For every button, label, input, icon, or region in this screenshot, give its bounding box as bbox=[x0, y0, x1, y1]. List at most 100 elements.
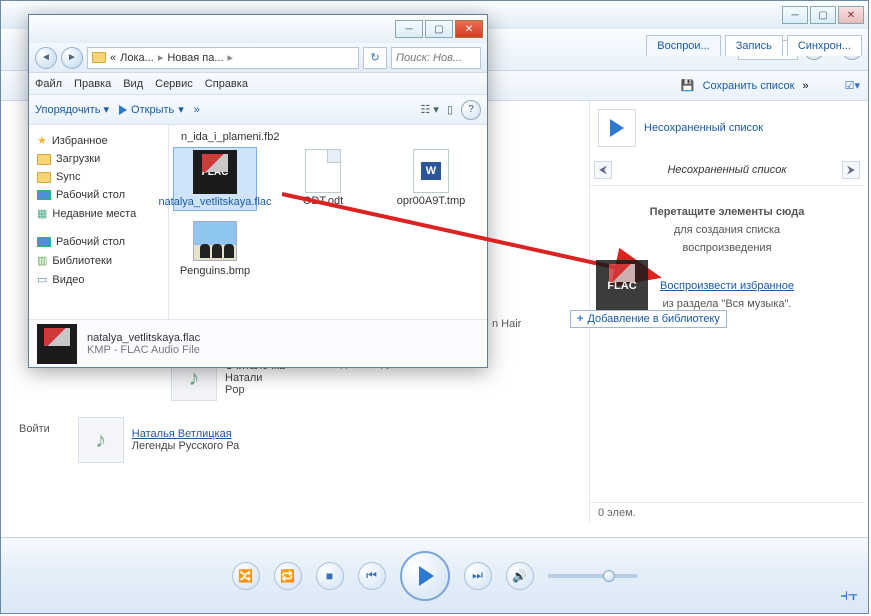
clear-icon[interactable]: ☑▾ bbox=[845, 79, 860, 92]
explorer-filepane[interactable]: n_ida_i_plameni.fb2 FLAC natalya_vetlits… bbox=[169, 125, 487, 319]
explorer-body: ★Избранное Загрузки Sync Рабочий стол ▦Н… bbox=[29, 125, 487, 319]
organize-button[interactable]: Упорядочить ▾ bbox=[35, 103, 109, 116]
nav-desktop[interactable]: Рабочий стол bbox=[33, 186, 164, 204]
flac-icon: FLAC bbox=[193, 150, 237, 194]
explorer-menubar: Файл Правка Вид Сервис Справка bbox=[29, 73, 487, 95]
drop-sub1: для создания списка bbox=[674, 224, 780, 236]
file-name: opr00A9T.tmp bbox=[397, 195, 465, 207]
file-item-selected[interactable]: FLAC natalya_vetlitskaya.flac bbox=[173, 147, 257, 211]
exp-maximize-button[interactable]: ▢ bbox=[425, 20, 453, 38]
wmp-tabs: Воспрои... Запись Синхрон... bbox=[646, 35, 862, 56]
file-name: ODT.odt bbox=[303, 195, 343, 207]
tab-sync[interactable]: Синхрон... bbox=[787, 35, 862, 56]
pl-next-button[interactable]: ⮞ bbox=[842, 161, 860, 179]
disk-icon: 💾 bbox=[681, 79, 695, 92]
refresh-button[interactable]: ↻ bbox=[363, 47, 387, 69]
prev-button[interactable]: ⏮ bbox=[358, 562, 386, 590]
exp-close-button[interactable]: ✕ bbox=[455, 20, 483, 38]
track-row[interactable]: ♪ Наталья Ветлицкая Легенды Русского Ра bbox=[78, 415, 239, 465]
menu-tools[interactable]: Сервис bbox=[155, 78, 193, 90]
monitor-icon bbox=[37, 190, 51, 200]
nav-recent[interactable]: ▦Недавние места bbox=[33, 204, 164, 223]
album-art-icon: ♪ bbox=[78, 417, 124, 463]
status-filename: natalya_vetlitskaya.flac bbox=[87, 332, 200, 344]
wmp-maximize-button[interactable]: ▢ bbox=[810, 6, 836, 24]
bmp-icon bbox=[193, 221, 237, 261]
unsaved-list-link[interactable]: Несохраненный список bbox=[644, 122, 763, 134]
playlist-drop-area[interactable]: Перетащите элементы сюда для создания сп… bbox=[590, 186, 864, 502]
nav-sync[interactable]: Sync bbox=[33, 168, 164, 186]
menu-help[interactable]: Справка bbox=[205, 78, 248, 90]
login-link[interactable]: Войти bbox=[11, 415, 58, 465]
exp-minimize-button[interactable]: ─ bbox=[395, 20, 423, 38]
next-button[interactable]: ⏭ bbox=[464, 562, 492, 590]
view-button[interactable]: ☷ ▾ bbox=[420, 103, 438, 116]
drag-ghost: FLAC bbox=[596, 260, 648, 312]
explorer-toolbar: Упорядочить ▾ Открыть ▾ » ☷ ▾ ▯ ? bbox=[29, 95, 487, 125]
shuffle-button[interactable]: 🔀 bbox=[232, 562, 260, 590]
folder-icon bbox=[37, 154, 51, 165]
play-button[interactable] bbox=[400, 551, 450, 601]
explorer-window: ─ ▢ ✕ ◄ ► « Лока... ▸ Новая па... ▸ ↻ Фа… bbox=[28, 14, 488, 368]
file-item[interactable]: Penguins.bmp bbox=[173, 217, 257, 279]
explorer-navpane: ★Избранное Загрузки Sync Рабочий стол ▦Н… bbox=[29, 125, 169, 319]
monitor-icon bbox=[37, 237, 51, 247]
file-item[interactable]: ODT.odt bbox=[281, 147, 365, 211]
explorer-search-input[interactable] bbox=[391, 47, 481, 69]
file-name: Penguins.bmp bbox=[180, 265, 250, 277]
stop-button[interactable]: ■ bbox=[316, 562, 344, 590]
open-button[interactable]: Открыть ▾ bbox=[119, 103, 184, 116]
track-artist: Натали bbox=[225, 372, 285, 384]
status-filetype: KMP - FLAC Audio File bbox=[87, 344, 200, 356]
wmp-close-button[interactable]: ✕ bbox=[838, 6, 864, 24]
artist-link[interactable]: Наталья Ветлицкая bbox=[132, 428, 239, 440]
word-icon: W bbox=[413, 149, 449, 193]
volume-slider[interactable] bbox=[548, 574, 638, 578]
play-favorites-link[interactable]: Воспроизвести избранное bbox=[660, 280, 794, 292]
preview-pane-button[interactable]: ▯ bbox=[447, 103, 453, 116]
drag-tooltip: + Добавление в библиотеку bbox=[570, 310, 727, 328]
pl-head: Несохраненный список bbox=[590, 101, 864, 155]
nav-libraries[interactable]: ▥Библиотеки bbox=[33, 251, 164, 270]
track-title: Легенды Русского Ра bbox=[132, 440, 239, 452]
wmp-minimize-button[interactable]: ─ bbox=[782, 6, 808, 24]
mute-button[interactable]: 🔊 bbox=[506, 562, 534, 590]
folder-icon bbox=[37, 172, 51, 183]
file-item[interactable]: n_ida_i_plameni.fb2 bbox=[173, 129, 483, 141]
breadcrumb[interactable]: « Лока... ▸ Новая па... ▸ bbox=[87, 47, 359, 69]
help-icon[interactable]: ? bbox=[461, 100, 481, 120]
repeat-button[interactable]: 🔁 bbox=[274, 562, 302, 590]
flac-icon: FLAC bbox=[37, 324, 77, 364]
tab-play[interactable]: Воспрои... bbox=[646, 35, 720, 56]
folder-icon bbox=[92, 52, 106, 63]
file-name: natalya_vetlitskaya.flac bbox=[158, 196, 271, 208]
forward-button[interactable]: ► bbox=[61, 47, 83, 69]
menu-edit[interactable]: Правка bbox=[74, 78, 111, 90]
switch-view-button[interactable]: ⫞⫟ bbox=[840, 587, 858, 605]
menu-view[interactable]: Вид bbox=[123, 78, 143, 90]
explorer-titlebar[interactable]: ─ ▢ ✕ bbox=[29, 15, 487, 43]
nav-video[interactable]: ▭Видео bbox=[33, 270, 164, 289]
nav-desktop2[interactable]: Рабочий стол bbox=[33, 233, 164, 251]
file-item[interactable]: W opr00A9T.tmp bbox=[389, 147, 473, 211]
drop-caption: Перетащите элементы сюда bbox=[650, 206, 805, 218]
menu-file[interactable]: Файл bbox=[35, 78, 62, 90]
back-button[interactable]: ◄ bbox=[35, 47, 57, 69]
nav-favorites[interactable]: ★Избранное bbox=[33, 131, 164, 150]
flac-icon: FLAC bbox=[596, 260, 648, 312]
pl-footer: 0 элем. bbox=[590, 502, 864, 523]
fav-subtext: из раздела "Вся музыка". bbox=[663, 298, 792, 310]
explorer-addressbar: ◄ ► « Лока... ▸ Новая па... ▸ ↻ bbox=[29, 43, 487, 73]
toolbar-chevron[interactable]: » bbox=[194, 104, 200, 116]
nav-downloads[interactable]: Загрузки bbox=[33, 150, 164, 168]
tab-burn[interactable]: Запись bbox=[725, 35, 783, 56]
crumb-seg[interactable]: Лока... bbox=[120, 52, 154, 64]
library-content: ♪ Считалочка Натали Pop Новогодние Игруш… bbox=[11, 353, 578, 523]
chevron-icon[interactable]: » bbox=[802, 80, 808, 92]
save-list-link[interactable]: Сохранить список bbox=[703, 80, 795, 92]
drop-sub2: воспроизведения bbox=[682, 242, 771, 254]
track-genre: Pop bbox=[225, 384, 285, 396]
crumb-seg[interactable]: Новая па... bbox=[167, 52, 223, 64]
pl-prev-button[interactable]: ⮜ bbox=[594, 161, 612, 179]
pl-subhead: ⮜ Несохраненный список ⮞ bbox=[590, 155, 864, 186]
